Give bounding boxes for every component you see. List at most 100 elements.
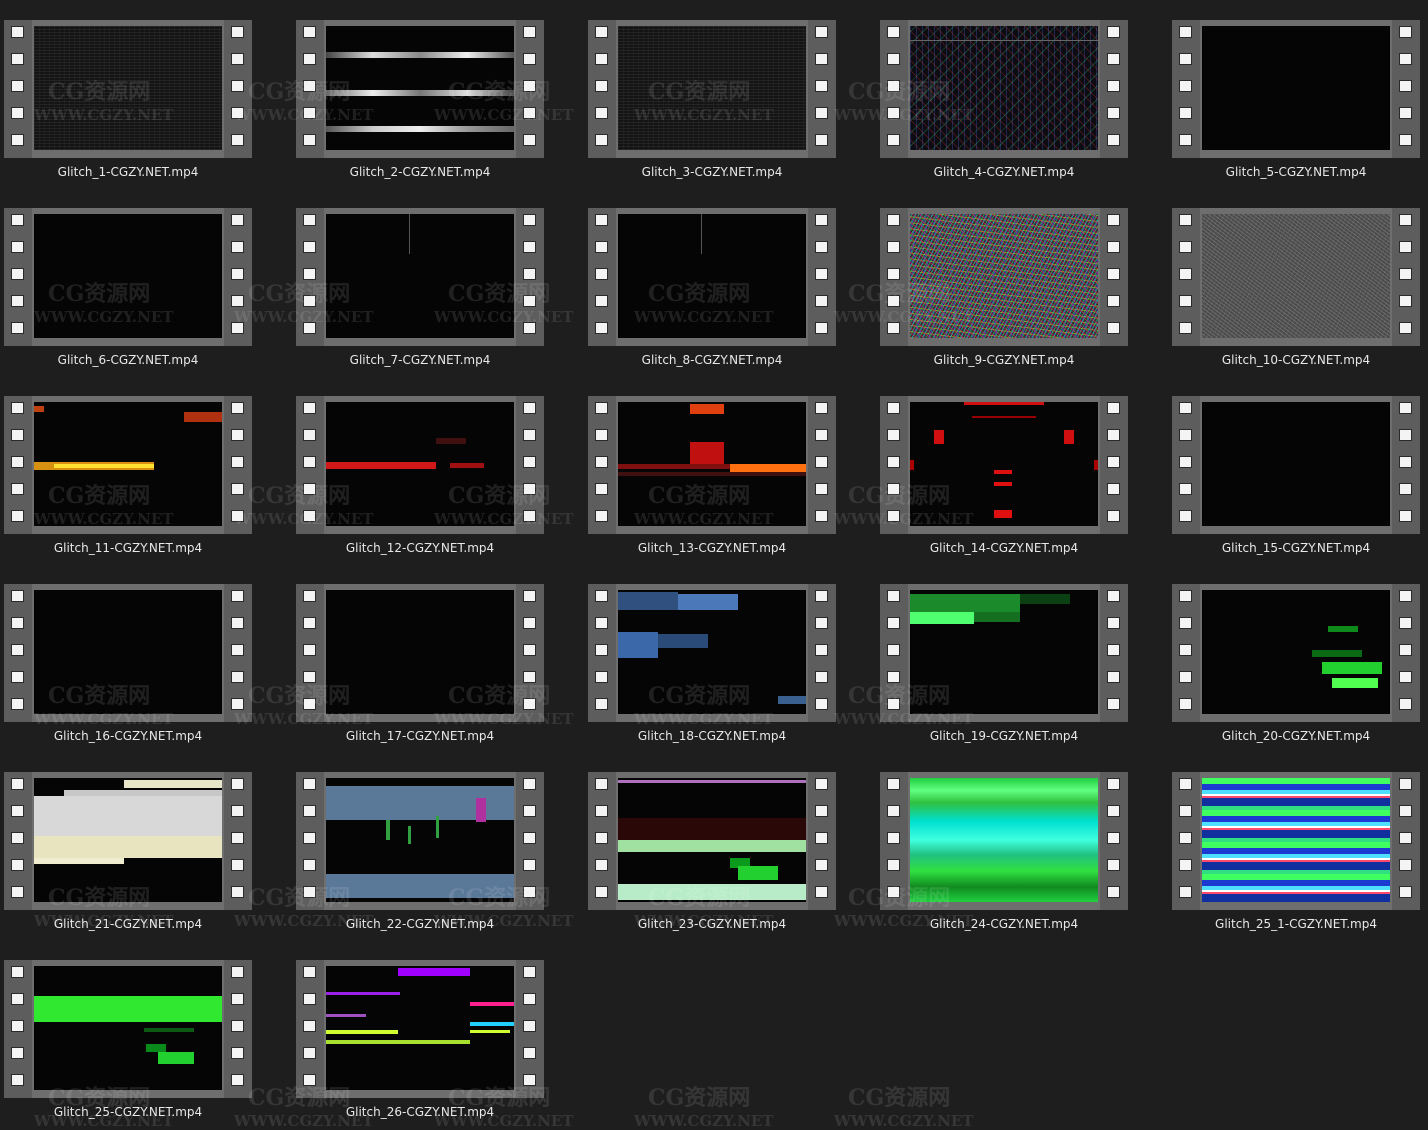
- video-thumbnail[interactable]: [296, 772, 544, 910]
- video-thumbnail[interactable]: [1172, 20, 1420, 158]
- file-name-label[interactable]: Glitch_11-CGZY.NET.mp4: [0, 541, 256, 555]
- file-name-label[interactable]: Glitch_24-CGZY.NET.mp4: [876, 917, 1132, 931]
- file-name-label[interactable]: Glitch_12-CGZY.NET.mp4: [292, 541, 548, 555]
- video-file-item[interactable]: Glitch_21-CGZY.NET.mp4: [0, 752, 252, 938]
- video-thumbnail[interactable]: [4, 396, 252, 534]
- filmstrip-border: [224, 20, 252, 158]
- film-perforation-icon: [887, 886, 900, 898]
- file-name-label[interactable]: Glitch_5-CGZY.NET.mp4: [1168, 165, 1424, 179]
- film-perforation-icon: [11, 295, 24, 307]
- video-thumbnail[interactable]: [880, 584, 1128, 722]
- video-thumbnail[interactable]: [588, 772, 836, 910]
- file-name-label[interactable]: Glitch_10-CGZY.NET.mp4: [1168, 353, 1424, 367]
- file-name-label[interactable]: Glitch_25_1-CGZY.NET.mp4: [1168, 917, 1424, 931]
- video-file-item[interactable]: Glitch_10-CGZY.NET.mp4: [1168, 188, 1420, 374]
- file-name-label[interactable]: Glitch_1-CGZY.NET.mp4: [0, 165, 256, 179]
- film-perforation-icon: [1179, 295, 1192, 307]
- film-perforation-icon: [231, 268, 244, 280]
- file-name-label[interactable]: Glitch_9-CGZY.NET.mp4: [876, 353, 1132, 367]
- film-perforation-icon: [815, 322, 828, 334]
- video-file-item[interactable]: Glitch_17-CGZY.NET.mp4: [292, 564, 544, 750]
- film-perforation-icon: [815, 805, 828, 817]
- file-name-label[interactable]: Glitch_14-CGZY.NET.mp4: [876, 541, 1132, 555]
- file-name-label[interactable]: Glitch_19-CGZY.NET.mp4: [876, 729, 1132, 743]
- video-file-item[interactable]: Glitch_24-CGZY.NET.mp4: [876, 752, 1128, 938]
- video-file-item[interactable]: Glitch_11-CGZY.NET.mp4: [0, 376, 252, 562]
- video-thumbnail[interactable]: [1172, 772, 1420, 910]
- video-file-item[interactable]: Glitch_14-CGZY.NET.mp4: [876, 376, 1128, 562]
- file-name-label[interactable]: Glitch_2-CGZY.NET.mp4: [292, 165, 548, 179]
- video-file-item[interactable]: Glitch_25-CGZY.NET.mp4: [0, 940, 252, 1126]
- film-perforation-icon: [231, 1047, 244, 1059]
- video-thumbnail[interactable]: [1172, 208, 1420, 346]
- file-name-label[interactable]: Glitch_20-CGZY.NET.mp4: [1168, 729, 1424, 743]
- file-name-label[interactable]: Glitch_8-CGZY.NET.mp4: [584, 353, 840, 367]
- video-file-item[interactable]: Glitch_2-CGZY.NET.mp4: [292, 0, 544, 186]
- video-thumbnail[interactable]: [588, 396, 836, 534]
- video-thumbnail[interactable]: [1172, 396, 1420, 534]
- file-name-label[interactable]: Glitch_4-CGZY.NET.mp4: [876, 165, 1132, 179]
- film-perforation-icon: [1399, 26, 1412, 38]
- video-thumbnail[interactable]: [4, 20, 252, 158]
- video-thumbnail[interactable]: [4, 960, 252, 1098]
- film-perforation-icon: [1399, 456, 1412, 468]
- file-name-label[interactable]: Glitch_21-CGZY.NET.mp4: [0, 917, 256, 931]
- file-name-label[interactable]: Glitch_26-CGZY.NET.mp4: [292, 1105, 548, 1119]
- file-name-label[interactable]: Glitch_22-CGZY.NET.mp4: [292, 917, 548, 931]
- video-file-item[interactable]: Glitch_25_1-CGZY.NET.mp4: [1168, 752, 1420, 938]
- video-thumbnail[interactable]: [296, 396, 544, 534]
- video-file-item[interactable]: Glitch_12-CGZY.NET.mp4: [292, 376, 544, 562]
- file-name-label[interactable]: Glitch_23-CGZY.NET.mp4: [584, 917, 840, 931]
- file-name-label[interactable]: Glitch_15-CGZY.NET.mp4: [1168, 541, 1424, 555]
- video-thumbnail[interactable]: [880, 396, 1128, 534]
- video-thumbnail[interactable]: [296, 584, 544, 722]
- video-thumbnail[interactable]: [296, 208, 544, 346]
- video-file-item[interactable]: Glitch_8-CGZY.NET.mp4: [584, 188, 836, 374]
- video-thumbnail[interactable]: [880, 772, 1128, 910]
- filmstrip-border: [296, 960, 324, 1098]
- video-file-item[interactable]: Glitch_3-CGZY.NET.mp4: [584, 0, 836, 186]
- film-perforation-icon: [11, 993, 24, 1005]
- video-file-item[interactable]: Glitch_15-CGZY.NET.mp4: [1168, 376, 1420, 562]
- video-file-item[interactable]: Glitch_7-CGZY.NET.mp4: [292, 188, 544, 374]
- glitch-artifact: [964, 402, 1044, 405]
- video-thumbnail[interactable]: [4, 772, 252, 910]
- video-file-item[interactable]: Glitch_5-CGZY.NET.mp4: [1168, 0, 1420, 186]
- file-name-label[interactable]: Glitch_6-CGZY.NET.mp4: [0, 353, 256, 367]
- file-name-label[interactable]: Glitch_18-CGZY.NET.mp4: [584, 729, 840, 743]
- film-perforation-icon: [1179, 671, 1192, 683]
- video-thumbnail[interactable]: [588, 584, 836, 722]
- video-file-item[interactable]: Glitch_4-CGZY.NET.mp4: [876, 0, 1128, 186]
- video-file-item[interactable]: Glitch_22-CGZY.NET.mp4: [292, 752, 544, 938]
- video-file-item[interactable]: Glitch_1-CGZY.NET.mp4: [0, 0, 252, 186]
- film-perforation-icon: [1399, 53, 1412, 65]
- video-thumbnail[interactable]: [4, 208, 252, 346]
- file-name-label[interactable]: Glitch_16-CGZY.NET.mp4: [0, 729, 256, 743]
- video-file-item[interactable]: Glitch_16-CGZY.NET.mp4: [0, 564, 252, 750]
- video-file-item[interactable]: Glitch_18-CGZY.NET.mp4: [584, 564, 836, 750]
- file-name-label[interactable]: Glitch_17-CGZY.NET.mp4: [292, 729, 548, 743]
- file-name-label[interactable]: Glitch_25-CGZY.NET.mp4: [0, 1105, 256, 1119]
- file-name-label[interactable]: Glitch_13-CGZY.NET.mp4: [584, 541, 840, 555]
- video-thumbnail[interactable]: [880, 208, 1128, 346]
- thumbnail-frame: [910, 26, 1098, 150]
- video-thumbnail[interactable]: [4, 584, 252, 722]
- file-name-label[interactable]: Glitch_3-CGZY.NET.mp4: [584, 165, 840, 179]
- file-name-label[interactable]: Glitch_7-CGZY.NET.mp4: [292, 353, 548, 367]
- film-perforation-icon: [303, 1074, 316, 1086]
- video-thumbnail[interactable]: [296, 20, 544, 158]
- video-file-item[interactable]: Glitch_6-CGZY.NET.mp4: [0, 188, 252, 374]
- video-thumbnail[interactable]: [296, 960, 544, 1098]
- video-file-item[interactable]: Glitch_23-CGZY.NET.mp4: [584, 752, 836, 938]
- video-thumbnail[interactable]: [1172, 584, 1420, 722]
- video-file-item[interactable]: Glitch_9-CGZY.NET.mp4: [876, 188, 1128, 374]
- video-file-item[interactable]: Glitch_20-CGZY.NET.mp4: [1168, 564, 1420, 750]
- film-perforation-icon: [303, 510, 316, 522]
- video-thumbnail[interactable]: [880, 20, 1128, 158]
- video-thumbnail[interactable]: [588, 208, 836, 346]
- video-thumbnail[interactable]: [588, 20, 836, 158]
- video-file-item[interactable]: Glitch_13-CGZY.NET.mp4: [584, 376, 836, 562]
- glitch-artifact: [144, 1028, 194, 1032]
- video-file-item[interactable]: Glitch_19-CGZY.NET.mp4: [876, 564, 1128, 750]
- video-file-item[interactable]: Glitch_26-CGZY.NET.mp4: [292, 940, 544, 1126]
